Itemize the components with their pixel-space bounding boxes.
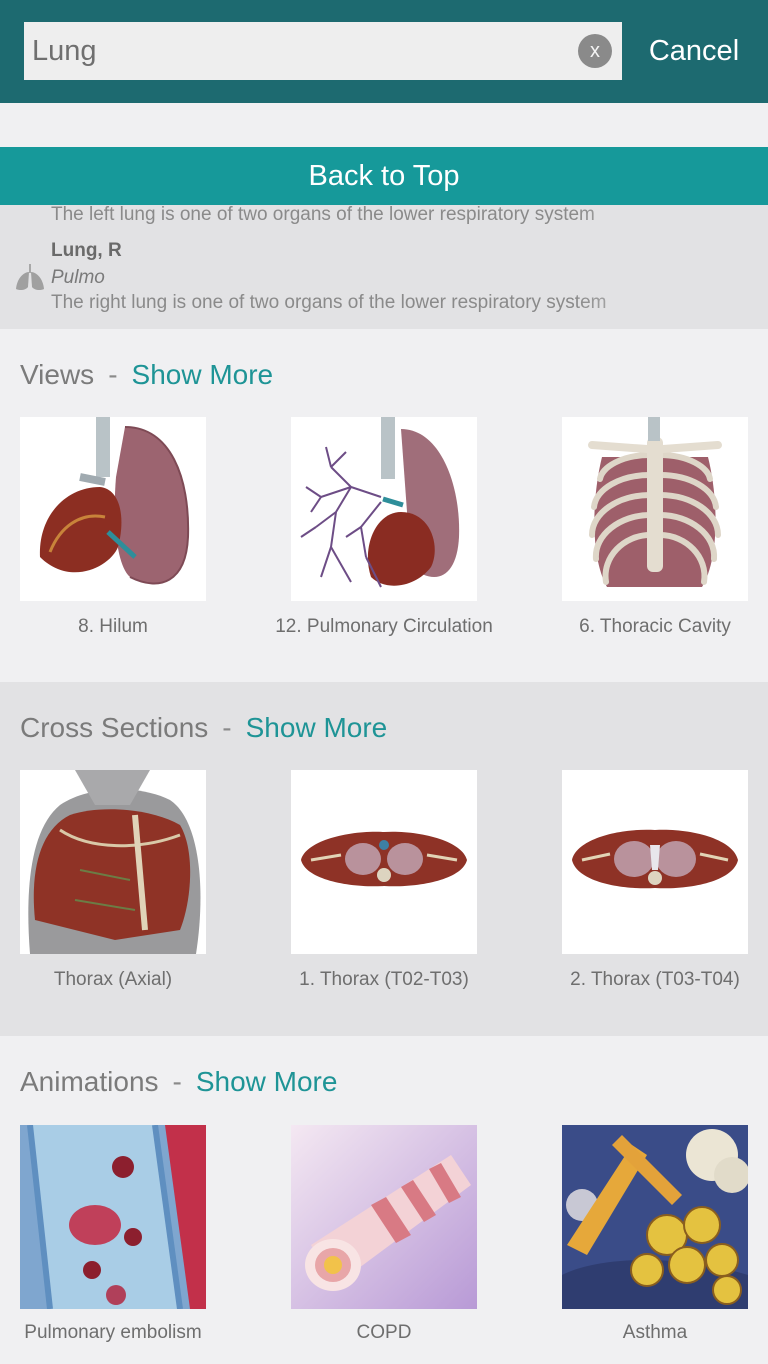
view-caption: 12. Pulmonary Circulation bbox=[275, 616, 493, 637]
back-to-top-button[interactable]: Back to Top bbox=[0, 147, 768, 205]
cross-section-caption: 1. Thorax (T02-T03) bbox=[299, 969, 469, 990]
result-description[interactable]: The left lung is one of two organs of th… bbox=[51, 205, 691, 226]
animation-caption: Pulmonary embolism bbox=[24, 1322, 202, 1343]
result-description[interactable]: The right lung is one of two organs of t… bbox=[51, 292, 691, 314]
result-latin-name: Pulmo bbox=[51, 267, 105, 288]
section-title: Cross Sections bbox=[20, 712, 209, 743]
thoracic-cavity-thumbnail[interactable] bbox=[562, 417, 748, 601]
cross-section-caption: 2. Thorax (T03-T04) bbox=[570, 969, 740, 990]
search-input[interactable] bbox=[32, 22, 562, 80]
section-header: Animations - Show More bbox=[20, 1066, 337, 1098]
copd-thumbnail[interactable] bbox=[291, 1125, 477, 1309]
section-header: Cross Sections - Show More bbox=[20, 712, 387, 744]
cross-sections-section: Cross Sections - Show More Thorax (Axial) … bbox=[0, 682, 768, 1036]
section-title: Animations bbox=[20, 1066, 159, 1097]
views-show-more-link[interactable]: Show More bbox=[132, 359, 274, 390]
separator: - bbox=[172, 1066, 182, 1097]
hilum-thumbnail[interactable] bbox=[20, 417, 206, 601]
cross-section-caption: Thorax (Axial) bbox=[53, 969, 173, 990]
section-title: Views bbox=[20, 359, 95, 390]
view-caption: 6. Thoracic Cavity bbox=[579, 616, 731, 637]
search-box[interactable]: x bbox=[24, 22, 622, 80]
animation-caption: COPD bbox=[356, 1322, 412, 1343]
animations-show-more-link[interactable]: Show More bbox=[196, 1066, 338, 1097]
views-section: Views - Show More 8. Hilum 12. Pulmonary… bbox=[0, 329, 768, 682]
cross-sections-show-more-link[interactable]: Show More bbox=[246, 712, 388, 743]
cancel-button[interactable]: Cancel bbox=[634, 22, 754, 80]
separator: - bbox=[222, 712, 232, 743]
lungs-icon bbox=[16, 264, 44, 291]
thorax-section-thumbnail[interactable] bbox=[562, 770, 748, 954]
section-header: Views - Show More bbox=[20, 359, 273, 391]
pulmonary-circulation-thumbnail[interactable] bbox=[291, 417, 477, 601]
clear-search-button[interactable]: x bbox=[578, 34, 612, 68]
animations-section: Animations - Show More Pulmonary embolism bbox=[0, 1036, 768, 1364]
animation-caption: Asthma bbox=[622, 1322, 688, 1343]
view-caption: 8. Hilum bbox=[78, 616, 148, 637]
thorax-section-thumbnail[interactable] bbox=[291, 770, 477, 954]
thorax-axial-thumbnail[interactable] bbox=[20, 770, 206, 954]
search-header: x Cancel bbox=[0, 0, 768, 103]
search-results-list: The left lung is one of two organs of th… bbox=[0, 205, 768, 329]
embolism-thumbnail[interactable] bbox=[20, 1125, 206, 1309]
spacer bbox=[0, 103, 768, 147]
result-title[interactable]: Lung, R bbox=[51, 240, 122, 262]
separator: - bbox=[108, 359, 118, 390]
asthma-thumbnail[interactable] bbox=[562, 1125, 748, 1309]
